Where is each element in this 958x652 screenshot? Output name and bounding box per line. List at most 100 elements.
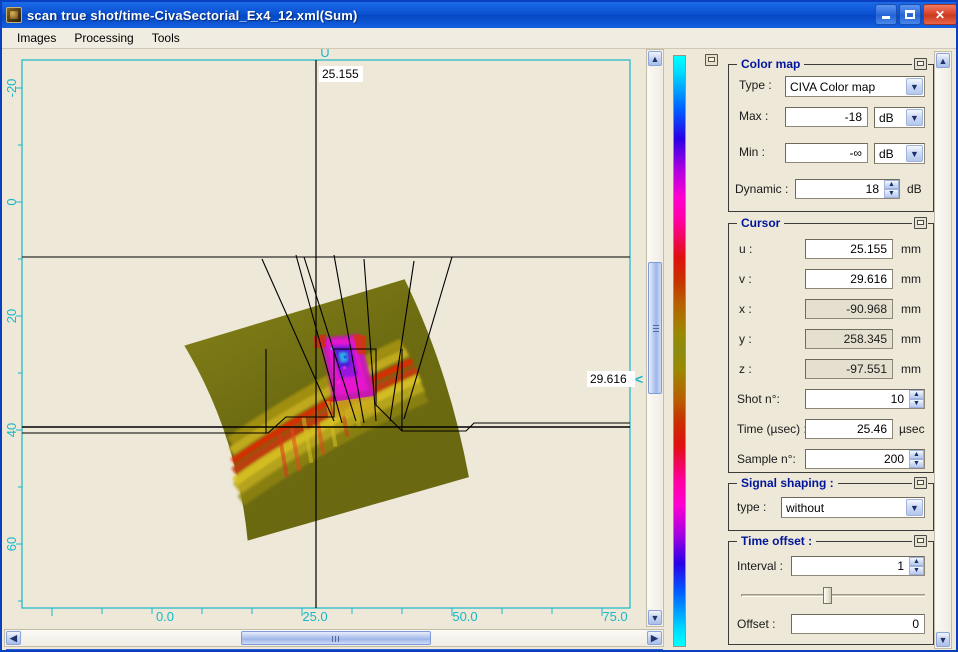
svg-text:20: 20 xyxy=(4,309,19,323)
cursor-x-unit: mm xyxy=(901,302,921,316)
plot-scroll-down-button[interactable]: ▼ xyxy=(648,610,662,625)
cursor-shot-spinner[interactable]: 10 ▲ ▼ xyxy=(805,389,925,409)
cursor-z-label: z : xyxy=(739,362,752,376)
cursor-collapse-button[interactable] xyxy=(912,215,928,230)
colormap-group: Color map Type : CIVA Color map ▼ Max: … xyxy=(728,56,934,212)
menu-item-images[interactable]: Images xyxy=(8,29,65,47)
cursor-x-value: -90.968 xyxy=(805,299,893,319)
colormap-type-combo[interactable]: CIVA Color map ▼ xyxy=(785,76,925,97)
time-offset-slider[interactable] xyxy=(741,586,925,604)
menu-bar: Images Processing Tools xyxy=(2,28,956,49)
cursor-sample-input[interactable]: 200 xyxy=(805,449,925,469)
spin-down-icon[interactable]: ▼ xyxy=(909,459,924,468)
v-axis-marker: < xyxy=(635,371,644,387)
menu-item-processing[interactable]: Processing xyxy=(65,29,142,47)
cursor-sample-spinner[interactable]: 200 ▲ ▼ xyxy=(805,449,925,469)
cursor-u-input[interactable]: 25.155 xyxy=(805,239,893,259)
collapse-icon xyxy=(913,534,927,547)
plot-scroll-left-button[interactable]: ◀ xyxy=(6,631,21,645)
time-offset-offset-input[interactable]: 0 xyxy=(791,614,925,634)
panel-vscroll-track[interactable] xyxy=(935,69,951,631)
application-window: scan true shot/time-CivaSectorial_Ex4_12… xyxy=(0,0,958,652)
signal-shaping-type-combo[interactable]: without ▼ xyxy=(781,497,925,518)
cursor-shot-input[interactable]: 10 xyxy=(805,389,925,409)
colormap-group-title: Color map xyxy=(737,57,805,71)
svg-text:-20: -20 xyxy=(4,79,19,98)
cursor-time-label: Time (µsec) : xyxy=(737,422,807,436)
collapse-icon xyxy=(913,57,927,70)
colormap-min-label: Min : xyxy=(739,145,766,159)
menu-item-tools[interactable]: Tools xyxy=(143,29,189,47)
cursor-y-label: y : xyxy=(739,332,752,346)
spin-down-icon[interactable]: ▼ xyxy=(884,189,899,198)
colormap-max-label: Max : xyxy=(739,109,769,123)
colormap-dynamic-spinner[interactable]: 18 ▲ ▼ xyxy=(795,179,900,199)
spin-up-icon[interactable]: ▲ xyxy=(884,180,899,189)
plot-canvas[interactable]: U 25.155 29.616 -20 0 20 40 60 0.0 25.0 … xyxy=(4,49,644,627)
plot-vscroll-thumb[interactable] xyxy=(648,262,662,394)
spin-up-icon[interactable]: ▲ xyxy=(909,390,924,399)
colormap-min-row: Min : xyxy=(739,145,781,159)
interval-spin-buttons[interactable]: ▲ ▼ xyxy=(909,557,924,575)
panel-vertical-scrollbar[interactable]: ▲ ▼ xyxy=(934,51,952,649)
colorbar-area xyxy=(670,51,690,650)
chevron-down-icon[interactable]: ▼ xyxy=(906,145,923,162)
spin-down-icon[interactable]: ▼ xyxy=(909,566,924,575)
plot-horizontal-scrollbar[interactable]: ◀ ▶ xyxy=(4,629,664,647)
plot-scroll-up-button[interactable]: ▲ xyxy=(648,51,662,66)
colormap-max-unit: dB xyxy=(879,110,894,125)
colormap-min-unit: dB xyxy=(879,146,894,161)
time-offset-interval-spinner[interactable]: 1 ▲ ▼ xyxy=(791,556,925,576)
time-offset-collapse-button[interactable] xyxy=(912,533,928,548)
colormap-max-unit-combo[interactable]: dB ▼ xyxy=(874,107,925,128)
signal-shaping-collapse-button[interactable] xyxy=(912,475,928,490)
plot-hscroll-thumb[interactable] xyxy=(241,631,431,645)
cursor-v-label: v : xyxy=(739,272,752,286)
colormap-min-unit-combo[interactable]: dB ▼ xyxy=(874,143,925,164)
spin-down-icon[interactable]: ▼ xyxy=(909,399,924,408)
time-offset-group: Time offset : Interval : 1 ▲ ▼ Offset: … xyxy=(728,533,934,645)
window-title: scan true shot/time-CivaSectorial_Ex4_12… xyxy=(27,7,358,23)
cursor-time-input[interactable]: 25.46 xyxy=(805,419,893,439)
panel-scroll-down-button[interactable]: ▼ xyxy=(936,632,950,647)
signal-shaping-type-value: without xyxy=(786,500,825,515)
chevron-down-icon[interactable]: ▼ xyxy=(906,499,923,516)
time-offset-interval-input[interactable]: 1 xyxy=(791,556,925,576)
plot-vertical-scrollbar[interactable]: ▲ ▼ xyxy=(646,49,664,627)
colormap-max-input[interactable]: -18 xyxy=(785,107,868,127)
plot-scroll-right-button[interactable]: ▶ xyxy=(647,631,662,645)
svg-text:29.616: 29.616 xyxy=(590,372,627,386)
svg-text:25.0: 25.0 xyxy=(302,609,327,624)
colormap-dynamic-label: Dynamic : xyxy=(735,182,789,196)
spin-up-icon[interactable]: ▲ xyxy=(909,450,924,459)
signal-shaping-type-label: type : xyxy=(737,500,767,514)
shot-spin-buttons[interactable]: ▲ ▼ xyxy=(909,390,924,408)
maximize-button[interactable] xyxy=(899,4,921,25)
title-bar: scan true shot/time-CivaSectorial_Ex4_12… xyxy=(2,2,956,28)
svg-text:40: 40 xyxy=(4,423,19,437)
cursor-group-title: Cursor xyxy=(737,216,785,230)
colormap-dynamic-unit: dB xyxy=(907,182,922,196)
colormap-collapse-button[interactable] xyxy=(912,56,928,71)
sectorial-scan-plot[interactable]: U 25.155 29.616 -20 0 20 40 60 0.0 25.0 … xyxy=(4,49,644,627)
panel-scroll-up-button[interactable]: ▲ xyxy=(936,53,950,68)
dynamic-spin-buttons[interactable]: ▲ ▼ xyxy=(884,180,899,198)
cursor-v-input[interactable]: 29.616 xyxy=(805,269,893,289)
cursor-x-label: x : xyxy=(739,302,752,316)
close-button[interactable]: ✕ xyxy=(923,4,956,25)
cursor-u-label: u : xyxy=(739,242,753,256)
svg-text:75.0: 75.0 xyxy=(602,609,627,624)
slider-knob[interactable] xyxy=(823,587,833,604)
svg-text:0: 0 xyxy=(4,198,19,205)
colormap-type-row: Type : xyxy=(739,78,781,92)
window-controls: ✕ xyxy=(875,4,956,25)
sample-spin-buttons[interactable]: ▲ ▼ xyxy=(909,450,924,468)
colormap-min-input[interactable]: -∞ xyxy=(785,143,868,163)
cursor-label-top: 25.155 xyxy=(319,66,363,82)
spin-up-icon[interactable]: ▲ xyxy=(909,557,924,566)
chevron-down-icon[interactable]: ▼ xyxy=(906,109,923,126)
minimize-button[interactable] xyxy=(875,4,897,25)
slider-rail[interactable] xyxy=(741,594,925,597)
chevron-down-icon[interactable]: ▼ xyxy=(906,78,923,95)
time-offset-offset-label: Offset : xyxy=(737,617,776,631)
